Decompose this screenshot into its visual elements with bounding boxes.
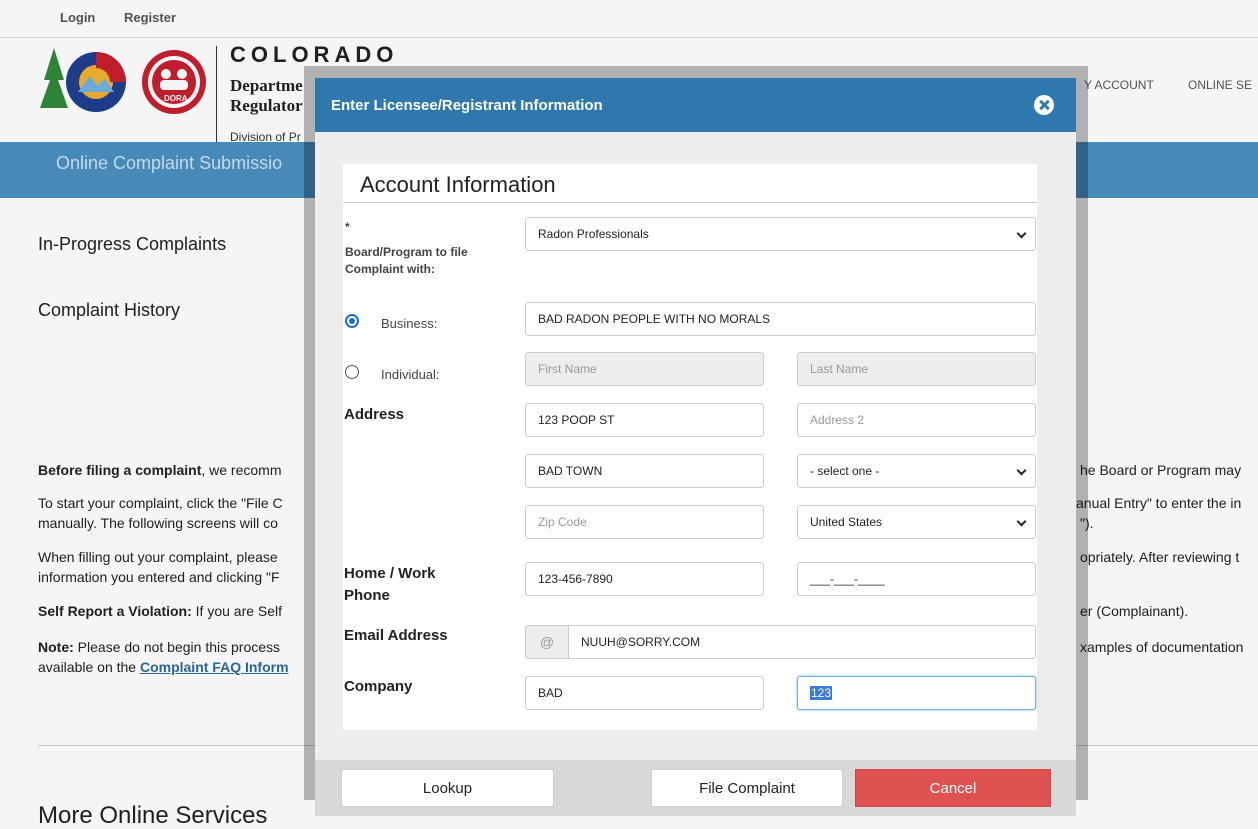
zip-code-input[interactable]: Zip Code xyxy=(525,505,764,539)
address-line1-input[interactable]: 123 POOP ST xyxy=(525,403,764,437)
phone-label-line2: Phone xyxy=(344,587,390,604)
company-secondary-input[interactable]: 123 xyxy=(797,676,1036,710)
email-label: Email Address xyxy=(344,627,448,644)
chevron-down-icon xyxy=(1016,516,1027,527)
business-label: Business: xyxy=(381,316,438,331)
board-program-value: Radon Professionals xyxy=(538,227,649,241)
last-name-input[interactable]: Last Name xyxy=(797,352,1036,386)
state-select[interactable]: - select one - xyxy=(797,454,1036,488)
account-information-form: Account Information * Board/Program to f… xyxy=(343,164,1037,730)
address-label: Address xyxy=(344,406,405,423)
section-title: Account Information xyxy=(360,172,556,197)
board-program-select[interactable]: Radon Professionals xyxy=(525,217,1036,251)
required-marker: * xyxy=(345,220,350,234)
state-select-value: - select one - xyxy=(810,464,880,478)
selected-text: 123 xyxy=(810,686,833,700)
modal-footer: Lookup File Complaint Cancel xyxy=(315,760,1076,816)
country-select-value: United States xyxy=(810,515,883,529)
modal-header: Enter Licensee/Registrant Information xyxy=(315,78,1076,132)
address-line2-input[interactable]: Address 2 xyxy=(797,403,1036,437)
phone-input[interactable]: 123-456-7890 xyxy=(525,562,764,596)
country-select[interactable]: United States xyxy=(797,505,1036,539)
individual-radio[interactable] xyxy=(345,365,359,379)
company-input[interactable]: BAD xyxy=(525,676,764,710)
individual-label: Individual: xyxy=(381,367,440,382)
phone-label-line1: Home / Work xyxy=(344,565,436,582)
email-input[interactable]: NUUH@SORRY.COM xyxy=(568,625,1036,659)
modal-title: Enter Licensee/Registrant Information xyxy=(331,97,603,114)
alt-phone-input[interactable]: ___-___-____ xyxy=(797,562,1036,596)
business-radio[interactable] xyxy=(345,314,359,328)
company-label: Company xyxy=(344,678,413,695)
chevron-down-icon xyxy=(1016,228,1027,239)
first-name-input[interactable]: First Name xyxy=(525,352,764,386)
lookup-button[interactable]: Lookup xyxy=(341,769,554,807)
business-name-input[interactable]: BAD RADON PEOPLE WITH NO MORALS xyxy=(525,302,1036,336)
file-complaint-button[interactable]: File Complaint xyxy=(651,769,843,807)
board-program-label: Board/Program to file Complaint with: xyxy=(345,245,468,276)
close-icon[interactable] xyxy=(1034,95,1054,115)
chevron-down-icon xyxy=(1016,465,1027,476)
licensee-info-modal: Enter Licensee/Registrant Information Ac… xyxy=(315,78,1076,816)
at-sign-icon: @ xyxy=(525,625,569,659)
city-input[interactable]: BAD TOWN xyxy=(525,454,764,488)
cancel-button[interactable]: Cancel xyxy=(855,769,1051,807)
section-rule xyxy=(343,202,1037,203)
